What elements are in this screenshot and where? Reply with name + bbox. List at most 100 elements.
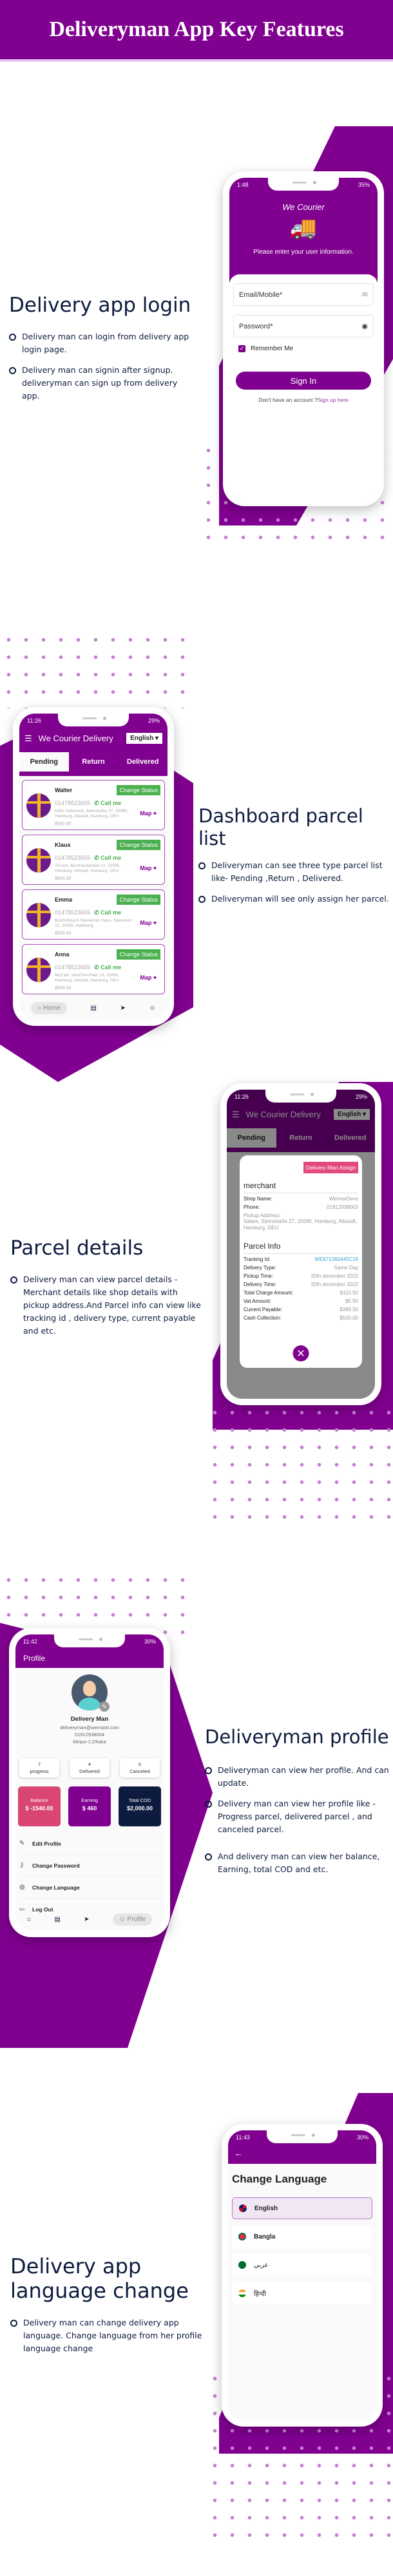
globe-icon: ◍ <box>19 1884 25 1891</box>
user-icon[interactable]: ☺ <box>149 1005 155 1012</box>
language-option-hindi[interactable]: हिन्दी <box>232 2282 372 2304</box>
banner-title: Deliveryman App Key Features <box>49 17 344 41</box>
clipboard-icon[interactable]: ▤ <box>90 1005 96 1012</box>
call-me-button[interactable]: ✆ Call me <box>94 855 121 861</box>
email-field[interactable]: Email/Mobile* ✉ <box>233 283 374 306</box>
earning-card: Earning $ 460 <box>68 1786 111 1826</box>
feature-bullet: Delivery man can change delivery app lan… <box>10 2316 204 2355</box>
parcel-phone: 01478523655 ✆ Call me <box>55 909 122 916</box>
pickup-address-label: Pickup Address: <box>244 1213 281 1218</box>
dashboard-text: Dashboard parcel list Deliveryman can se… <box>198 805 392 913</box>
delivery-man-assign-badge: Delivery Man Assign <box>303 1162 358 1173</box>
in-flag-icon <box>238 2289 246 2297</box>
feature-bullet: Delivery man can login from delivery app… <box>9 330 196 356</box>
map-button[interactable]: Map ⌖ <box>140 865 157 872</box>
parcel-info-heading: Parcel Info <box>244 1242 358 1254</box>
change-status-button[interactable]: Change Status <box>117 840 160 850</box>
menu-edit-profile[interactable]: ✎ Edit Profile <box>19 1833 160 1855</box>
home-icon[interactable]: ⌂ <box>27 1916 31 1923</box>
eye-off-icon[interactable]: ◉ <box>361 322 368 330</box>
map-button[interactable]: Map ⌖ <box>140 974 157 981</box>
current-payable-row: Current Payable: $389.50 <box>244 1307 358 1312</box>
feature-title: Deliveryman profile <box>205 1726 389 1748</box>
feature-title: Parcel details <box>10 1236 144 1260</box>
gift-icon <box>26 848 51 873</box>
language-option-bangla[interactable]: Bangla <box>232 2226 372 2248</box>
login-header: We Courier 🚚 Please enter your user info… <box>229 178 378 282</box>
nav-profile[interactable]: ☺ Profile <box>112 1913 152 1926</box>
shop-name-row: Shop Name: WemaxDevs <box>244 1196 358 1202</box>
parcel-name: Klaus <box>55 842 71 848</box>
decor-dots <box>0 631 187 708</box>
language-option-english[interactable]: English <box>232 2197 372 2219</box>
parcel-amount: $500.00 <box>55 822 72 826</box>
password-field[interactable]: Password* ◉ <box>233 315 374 337</box>
nav-home[interactable]: ⌂ Home <box>31 1001 67 1014</box>
remember-me-checkbox[interactable]: ✓ Remember Me <box>238 345 378 352</box>
total-cod-card: Total COD $2,000.00 <box>119 1786 161 1826</box>
tab-pending[interactable]: Pending <box>19 752 69 772</box>
menu-icon[interactable]: ☰ <box>24 734 32 744</box>
section-login: 1:48 35% We Courier 🚚 Please enter your u… <box>0 62 393 551</box>
call-me-button[interactable]: ✆ Call me <box>94 909 121 916</box>
sign-in-button[interactable]: Sign In <box>236 372 371 390</box>
profile-info: Delivery Man deliveryman@wemaxit.com 019… <box>60 1716 119 1745</box>
dashboard-phone: 11:26 29% ☰ We Courier Delivery English ▾ P… <box>13 707 174 1026</box>
sa-flag-icon <box>238 2261 246 2269</box>
key-icon: ⚷ <box>19 1862 24 1869</box>
parcel-name: Walter <box>55 787 73 793</box>
tab-return[interactable]: Return <box>69 752 119 772</box>
money-cards: Balance $ -1540.00 Earning $ 460 Total COD… <box>18 1786 161 1826</box>
map-button[interactable]: Map ⌖ <box>140 920 157 927</box>
tab-delivered[interactable]: Delivered <box>118 752 168 772</box>
parcel-card[interactable]: Emma Change Status 01478523655 ✆ Call me … <box>22 889 165 940</box>
profile-text: Deliveryman profile Deliveryman can view… <box>205 1726 392 1884</box>
gift-icon <box>26 958 51 982</box>
change-status-button[interactable]: Change Status <box>117 949 160 960</box>
send-icon[interactable]: ➤ <box>84 1916 89 1923</box>
call-me-button[interactable]: ✆ Call me <box>94 964 121 971</box>
parcel-card[interactable]: Walter Change Status 01478523655 ✆ Call m… <box>22 780 165 830</box>
map-pin-icon: ⌖ <box>153 920 157 926</box>
feature-title: Delivery app login <box>9 294 191 317</box>
back-arrow-icon[interactable]: ← <box>235 2148 243 2158</box>
sign-up-link[interactable]: Sign up here <box>318 397 349 403</box>
phone-notch <box>267 2130 338 2143</box>
edit-avatar-icon[interactable]: ✎ <box>99 1701 110 1712</box>
section-parcel-details: 11:26 29% ☰ We Courier Delivery English ▾ P… <box>0 1056 393 1546</box>
language-option-arabic[interactable]: عربي <box>232 2254 372 2276</box>
change-status-button[interactable]: Change Status <box>117 785 160 795</box>
decor-dots <box>0 1571 187 1636</box>
parcel-address: Trisons, Burchardstraße 22, 20095, Hambu… <box>55 864 121 873</box>
map-button[interactable]: Map ⌖ <box>140 810 157 817</box>
map-pin-icon: ⌖ <box>153 974 157 981</box>
stat-delivered: 4 Delivered <box>70 1758 110 1777</box>
bd-flag-icon <box>238 2233 246 2240</box>
clipboard-icon[interactable]: ▤ <box>54 1916 60 1923</box>
menu-change-language[interactable]: ◍ Change Language <box>19 1877 160 1899</box>
parcel-card[interactable]: Anna Change Status 01478523655 ✆ Call me … <box>22 944 165 994</box>
section-profile: 11:42 30% Profile ✎ Delivery Man delivery… <box>0 1571 393 2087</box>
menu-change-password[interactable]: ⚷ Change Password <box>19 1855 160 1877</box>
language-text: Delivery app language change Delivery ma… <box>10 2254 204 2363</box>
feature-title: Delivery app language change <box>10 2254 189 2304</box>
feature-bullet: Deliveryman can view her profile. And ca… <box>205 1764 392 1790</box>
feature-bullet: Delivery man can view her profile like -… <box>205 1797 392 1836</box>
feature-title: Dashboard parcel list <box>198 805 363 849</box>
uk-flag-icon <box>239 2204 247 2212</box>
delivery-type-row: Delivery Type: Same Day <box>244 1265 358 1271</box>
call-me-button[interactable]: ✆ Call me <box>94 800 121 806</box>
send-icon[interactable]: ➤ <box>120 1005 125 1012</box>
parcel-name: Anna <box>55 951 70 958</box>
profile-phone: 11:42 30% Profile ✎ Delivery Man delivery… <box>9 1628 170 1937</box>
change-status-button[interactable]: Change Status <box>117 895 160 905</box>
parcel-address: McCafé, Ida-Ehre-Platz 10, 20095, Hambur… <box>55 973 120 983</box>
feature-bullet: Deliveryman will see only assign her par… <box>198 893 392 905</box>
language-dropdown[interactable]: English ▾ <box>126 733 162 744</box>
logo-text: We Courier <box>282 202 325 212</box>
parcel-card[interactable]: Klaus Change Status 01478523655 ✆ Call me… <box>22 835 165 885</box>
parcel-amount: $500.00 <box>55 876 72 881</box>
parcel-name: Emma <box>55 896 73 903</box>
close-icon[interactable]: ✕ <box>292 1345 309 1361</box>
details-phone: 11:26 29% ☰ We Courier Delivery English ▾ P… <box>220 1083 381 1405</box>
